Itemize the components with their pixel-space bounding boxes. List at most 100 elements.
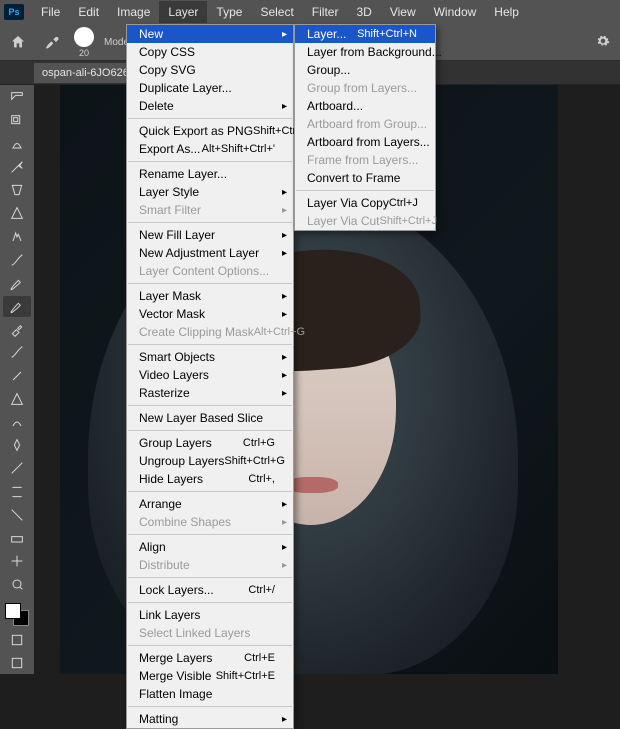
quick-mask-icon[interactable] xyxy=(3,630,31,651)
home-icon[interactable] xyxy=(6,30,30,54)
layer-menu-smart-objects[interactable]: Smart Objects▸ xyxy=(127,348,293,366)
layer-menu-new-layer-based-slice[interactable]: New Layer Based Slice xyxy=(127,409,293,427)
layer-menu-align[interactable]: Align▸ xyxy=(127,538,293,556)
layer-menu-rasterize[interactable]: Rasterize▸ xyxy=(127,384,293,402)
new-submenu: Layer...Shift+Ctrl+NLayer from Backgroun… xyxy=(294,24,436,231)
menu-help[interactable]: Help xyxy=(485,1,528,23)
rectangle-tool[interactable] xyxy=(3,527,31,548)
layer-menu-separator xyxy=(128,283,292,284)
color-swatches[interactable] xyxy=(3,601,31,628)
menu-item-label: Layer... xyxy=(307,27,346,41)
new-submenu-artboard-from-layers[interactable]: Artboard from Layers... xyxy=(295,133,435,151)
screen-mode-icon[interactable] xyxy=(3,653,31,674)
foreground-swatch[interactable] xyxy=(5,603,21,619)
menu-edit[interactable]: Edit xyxy=(69,1,108,23)
menu-item-label: Layer Via Copy xyxy=(307,196,389,210)
menu-type[interactable]: Type xyxy=(207,1,251,23)
gear-icon[interactable] xyxy=(596,34,610,51)
new-submenu-artboard[interactable]: Artboard... xyxy=(295,97,435,115)
layer-menu-merge-layers[interactable]: Merge LayersCtrl+E xyxy=(127,649,293,667)
layer-menu-layer-content-options: Layer Content Options... xyxy=(127,262,293,280)
brush-tool-icon[interactable] xyxy=(40,30,64,54)
brush-tool[interactable] xyxy=(3,272,31,293)
lasso-tool[interactable] xyxy=(3,133,31,154)
layer-menu-video-layers[interactable]: Video Layers▸ xyxy=(127,366,293,384)
layer-menu-layer-mask[interactable]: Layer Mask ▸ xyxy=(127,287,293,305)
layer-menu-smart-filter: Smart Filter▸ xyxy=(127,201,293,219)
menu-window[interactable]: Window xyxy=(425,1,486,23)
menu-item-label: Vector Mask xyxy=(139,307,205,321)
layer-menu-hide-layers[interactable]: Hide LayersCtrl+, xyxy=(127,470,293,488)
layer-menu-flatten-image[interactable]: Flatten Image xyxy=(127,685,293,703)
layer-menu-copy-css[interactable]: Copy CSS xyxy=(127,43,293,61)
layer-menu-separator xyxy=(128,602,292,603)
gradient-tool[interactable] xyxy=(3,388,31,409)
move-tool[interactable] xyxy=(3,87,31,108)
hand-tool[interactable] xyxy=(3,550,31,571)
eraser-tool[interactable] xyxy=(3,365,31,386)
menu-item-label: Layer Mask xyxy=(139,289,201,303)
layer-menu-arrange[interactable]: Arrange▸ xyxy=(127,495,293,513)
layer-menu-new[interactable]: New▸ xyxy=(127,25,293,43)
pen-tool[interactable] xyxy=(3,458,31,479)
clone-stamp-tool[interactable] xyxy=(3,319,31,340)
menu-item-label: Layer Via Cut xyxy=(307,214,380,228)
menu-item-label: Export As... xyxy=(139,142,200,156)
zoom-tool[interactable] xyxy=(3,574,31,595)
dodge-tool[interactable] xyxy=(3,435,31,456)
layer-menu-matting[interactable]: Matting▸ xyxy=(127,710,293,728)
layer-menu-merge-visible[interactable]: Merge VisibleShift+Ctrl+E xyxy=(127,667,293,685)
menu-3d[interactable]: 3D xyxy=(347,1,380,23)
menu-item-label: Flatten Image xyxy=(139,687,212,701)
submenu-arrow-icon: ▸ xyxy=(282,714,287,725)
menu-layer[interactable]: Layer xyxy=(159,1,207,23)
new-submenu-layer[interactable]: Layer...Shift+Ctrl+N xyxy=(295,25,435,43)
menu-item-label: Lock Layers... xyxy=(139,583,214,597)
menu-image[interactable]: Image xyxy=(108,1,159,23)
layer-menu-vector-mask[interactable]: Vector Mask▸ xyxy=(127,305,293,323)
new-submenu-separator xyxy=(296,190,434,191)
menu-file[interactable]: File xyxy=(32,1,69,23)
layer-menu-export-as[interactable]: Export As...Alt+Shift+Ctrl+' xyxy=(127,140,293,158)
menu-filter[interactable]: Filter xyxy=(303,1,348,23)
brush-tool-active[interactable] xyxy=(3,296,31,317)
menu-item-shortcut: Ctrl+G xyxy=(243,437,275,449)
blur-tool[interactable] xyxy=(3,411,31,432)
healing-tool[interactable] xyxy=(3,249,31,270)
layer-menu-rename-layer[interactable]: Rename Layer... xyxy=(127,165,293,183)
layer-menu-delete[interactable]: Delete▸ xyxy=(127,97,293,115)
menu-item-label: Smart Objects xyxy=(139,350,215,364)
layer-menu-separator xyxy=(128,222,292,223)
layer-menu-separator xyxy=(128,405,292,406)
layer-menu: New▸Copy CSSCopy SVGDuplicate Layer...De… xyxy=(126,24,294,729)
layer-menu-new-fill-layer[interactable]: New Fill Layer▸ xyxy=(127,226,293,244)
submenu-arrow-icon: ▸ xyxy=(282,291,287,302)
type-tool[interactable] xyxy=(3,481,31,502)
path-select-tool[interactable] xyxy=(3,504,31,525)
crop-tool[interactable] xyxy=(3,180,31,201)
layer-menu-group-layers[interactable]: Group LayersCtrl+G xyxy=(127,434,293,452)
layer-menu-duplicate-layer[interactable]: Duplicate Layer... xyxy=(127,79,293,97)
new-submenu-layer-via-copy[interactable]: Layer Via CopyCtrl+J xyxy=(295,194,435,212)
quick-select-tool[interactable] xyxy=(3,157,31,178)
layer-menu-lock-layers[interactable]: Lock Layers...Ctrl+/ xyxy=(127,581,293,599)
layer-menu-quick-export-as-png[interactable]: Quick Export as PNGShift+Ctrl+' xyxy=(127,122,293,140)
layer-menu-ungroup-layers[interactable]: Ungroup LayersShift+Ctrl+G xyxy=(127,452,293,470)
new-submenu-convert-to-frame[interactable]: Convert to Frame xyxy=(295,169,435,187)
marquee-tool[interactable] xyxy=(3,110,31,131)
menu-item-label: Artboard from Layers... xyxy=(307,135,430,149)
new-submenu-group[interactable]: Group... xyxy=(295,61,435,79)
layer-menu-copy-svg[interactable]: Copy SVG xyxy=(127,61,293,79)
brush-size-preview[interactable]: 20 xyxy=(74,27,94,58)
eyedropper-tool[interactable] xyxy=(3,226,31,247)
layer-menu-layer-style[interactable]: Layer Style▸ xyxy=(127,183,293,201)
menu-select[interactable]: Select xyxy=(251,1,302,23)
menu-view[interactable]: View xyxy=(381,1,425,23)
submenu-arrow-icon: ▸ xyxy=(282,370,287,381)
history-brush-tool[interactable] xyxy=(3,342,31,363)
new-submenu-layer-from-background[interactable]: Layer from Background... xyxy=(295,43,435,61)
submenu-arrow-icon: ▸ xyxy=(282,248,287,259)
layer-menu-link-layers[interactable]: Link Layers xyxy=(127,606,293,624)
frame-tool[interactable] xyxy=(3,203,31,224)
layer-menu-new-adjustment-layer[interactable]: New Adjustment Layer▸ xyxy=(127,244,293,262)
